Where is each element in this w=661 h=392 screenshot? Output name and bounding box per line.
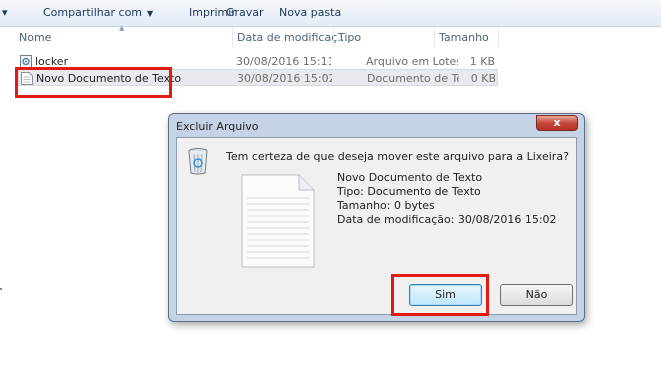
scroll-edge-mark: [0, 288, 2, 290]
info-file-modified: Data de modificação: 30/08/2016 15:02: [337, 213, 557, 226]
share-with-label: Compartilhar com: [43, 6, 143, 19]
new-folder-button[interactable]: Nova pasta: [279, 6, 341, 19]
burn-button[interactable]: Gravar: [226, 6, 264, 19]
text-document-preview-icon: [241, 174, 315, 268]
column-header-name[interactable]: Nome: [19, 31, 51, 44]
file-date: 30/08/2016 15:02: [237, 72, 332, 85]
highlight-yes-button-box: [391, 274, 489, 316]
partial-menu-arrow-icon[interactable]: ▾: [2, 6, 8, 19]
column-header-size[interactable]: Tamanho: [439, 31, 489, 44]
dialog-body: Tem certeza de que deseja mover este arq…: [176, 137, 577, 315]
command-toolbar: ▾ Compartilhar com ▼ Imprimir Gravar Nova…: [0, 0, 661, 27]
share-with-button[interactable]: Compartilhar com ▼: [43, 6, 153, 19]
info-file-size: Tamanho: 0 bytes: [337, 199, 435, 212]
file-info: Novo Documento de Texto Tipo: Documento …: [337, 171, 557, 227]
chevron-down-icon: ▼: [147, 9, 154, 18]
file-size: 0 KB: [470, 72, 496, 85]
sort-ascending-icon: ▲: [119, 24, 125, 32]
no-button[interactable]: Não: [500, 284, 573, 306]
column-headers: Nome Data de modificaç... Tipo Tamanho: [0, 27, 661, 47]
recycle-bin-icon: [188, 148, 208, 175]
confirm-question: Tem certeza de que deseja mover este arq…: [226, 150, 569, 163]
info-file-name: Novo Documento de Texto: [337, 171, 483, 184]
column-divider[interactable]: [232, 27, 233, 47]
column-divider[interactable]: [333, 27, 334, 47]
delete-file-dialog: Excluir Arquivo x Tem certeza de que des…: [168, 113, 585, 322]
dialog-title: Excluir Arquivo: [176, 120, 259, 133]
column-header-type[interactable]: Tipo: [338, 31, 361, 44]
file-size: 1 KB: [469, 55, 495, 68]
column-divider[interactable]: [434, 27, 435, 47]
column-header-date[interactable]: Data de modificaç...: [237, 31, 348, 44]
file-date: 30/08/2016 15:11: [236, 55, 331, 68]
highlight-file-box: [15, 67, 172, 98]
column-divider[interactable]: [498, 27, 499, 47]
info-file-type: Tipo: Documento de Texto: [337, 185, 481, 198]
dialog-close-button[interactable]: x: [536, 115, 578, 131]
